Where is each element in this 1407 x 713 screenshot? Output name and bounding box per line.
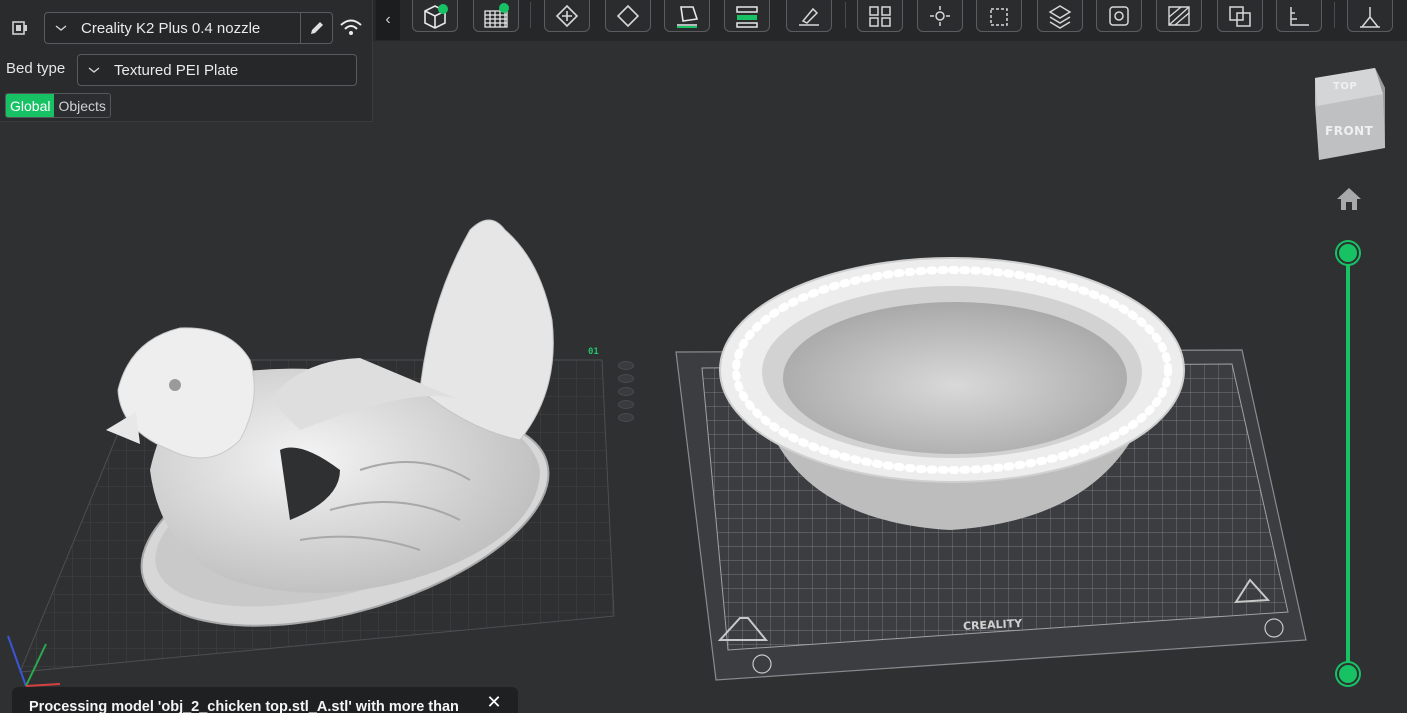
toolbar-divider	[1334, 2, 1335, 28]
printer-select-value: Creality K2 Plus 0.4 nozzle	[81, 19, 261, 37]
assembly-button[interactable]	[1347, 0, 1393, 32]
home-icon[interactable]	[1335, 186, 1363, 212]
color-paint-button[interactable]	[1217, 0, 1263, 32]
plate-tool-button[interactable]	[618, 387, 634, 396]
plate-tool-button[interactable]	[618, 374, 634, 383]
boolean-icon	[1290, 7, 1309, 26]
plate-tool-button[interactable]	[618, 361, 634, 370]
layer-slider[interactable]	[1336, 240, 1360, 686]
layer-slider-track[interactable]	[1346, 250, 1350, 674]
printer-row: Creality K2 Plus 0.4 nozzle	[0, 11, 373, 45]
chevron-down-icon	[55, 25, 67, 31]
add-plate-button[interactable]	[473, 0, 519, 32]
hollow-button[interactable]	[1156, 0, 1202, 32]
auto-orient-button[interactable]	[544, 0, 590, 32]
variable-layer-button[interactable]	[786, 0, 832, 32]
printer-select[interactable]: Creality K2 Plus 0.4 nozzle	[44, 12, 333, 44]
wifi-icon[interactable]	[339, 17, 363, 39]
split-objects-icon	[736, 6, 758, 28]
color-paint-icon	[1229, 6, 1251, 27]
plate-tool-button[interactable]	[618, 400, 634, 409]
scene: CREALITY	[7, 219, 1307, 687]
cut-button[interactable]	[857, 0, 903, 32]
arrange-icon	[616, 4, 640, 28]
support-paint-icon	[930, 6, 950, 26]
plate-tools[interactable]	[618, 361, 636, 427]
add-object-button[interactable]	[412, 0, 458, 32]
printer-icon[interactable]	[12, 20, 28, 36]
view-cube[interactable]: TOP FRONT	[1313, 66, 1385, 160]
seam-paint-button[interactable]	[976, 0, 1022, 32]
plate-number: 01	[588, 347, 599, 357]
3d-viewport[interactable]: CREALITY 01	[0, 41, 1407, 713]
add-object-icon	[424, 4, 448, 29]
close-icon[interactable]: ✕	[484, 692, 504, 712]
collapse-sidebar-button[interactable]: ‹	[376, 0, 400, 40]
scale-icon	[1048, 5, 1072, 29]
arrange-button[interactable]	[605, 0, 651, 32]
edit-printer-button[interactable]	[300, 12, 333, 44]
cube-top-face[interactable]: TOP	[1333, 81, 1357, 92]
seam-paint-icon	[990, 8, 1008, 26]
variable-layer-icon	[799, 7, 819, 26]
toolbar-divider	[530, 2, 531, 28]
pencil-icon	[311, 22, 323, 34]
lay-on-face-icon	[677, 6, 699, 28]
plate-tool-button[interactable]	[618, 413, 634, 422]
add-plate-icon	[484, 3, 509, 28]
hollow-icon	[1168, 6, 1190, 26]
measure-button[interactable]	[1096, 0, 1142, 32]
lay-on-face-button[interactable]	[664, 0, 710, 32]
measure-icon	[1109, 6, 1129, 26]
toolbar-divider	[845, 2, 846, 28]
layer-slider-bottom-handle[interactable]	[1337, 663, 1359, 685]
notification-text: Processing model 'obj_2_chicken top.stl_…	[29, 699, 459, 713]
layer-slider-top-handle[interactable]	[1337, 242, 1359, 264]
scale-button[interactable]	[1037, 0, 1083, 32]
cube-front-face[interactable]: FRONT	[1325, 124, 1373, 138]
support-paint-button[interactable]	[917, 0, 963, 32]
auto-orient-icon	[555, 4, 579, 28]
notification-toast: Processing model 'obj_2_chicken top.stl_…	[12, 687, 518, 713]
assembly-icon	[1360, 7, 1380, 28]
split-objects-button[interactable]	[724, 0, 770, 32]
boolean-button[interactable]	[1276, 0, 1322, 32]
cut-icon	[869, 6, 891, 27]
